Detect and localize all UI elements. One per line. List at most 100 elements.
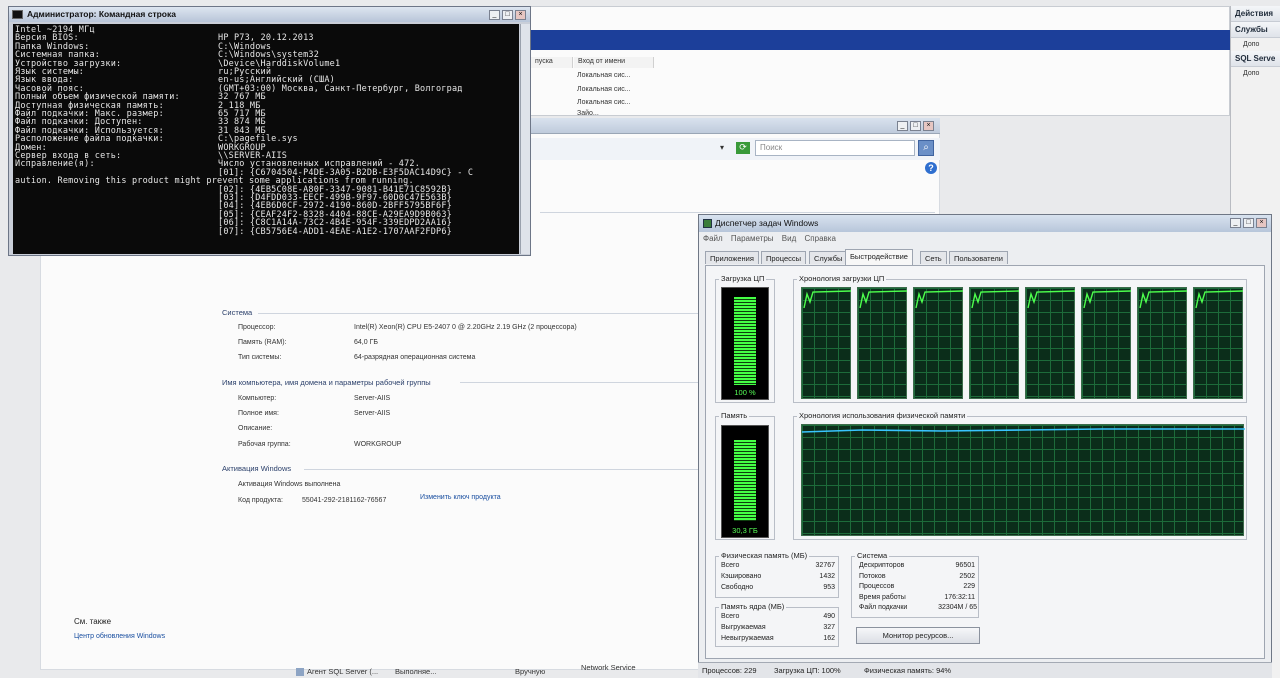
actions-more-services[interactable]: Допо — [1231, 38, 1280, 51]
cmd-output[interactable]: Intel ~2194 МГц Версия BIOS: HP P73, 20.12… — [13, 24, 519, 254]
actions-group-sql[interactable]: SQL Serve — [1231, 51, 1280, 67]
tab-network[interactable]: Сеть — [920, 251, 947, 264]
ram-value: 64,0 ГБ — [354, 339, 378, 346]
cpu-core-graph — [801, 287, 852, 399]
close-button[interactable]: × — [515, 10, 526, 20]
help-icon[interactable]: ? — [925, 162, 937, 174]
ram-label: Память (RAM): — [238, 339, 287, 346]
see-also-heading: См. также — [74, 617, 112, 626]
close-button[interactable]: × — [923, 121, 934, 131]
cpu-usage-line — [915, 290, 964, 309]
status-cpu: Загрузка ЦП: 100% — [774, 666, 841, 675]
phys-total-value: 32767 — [815, 562, 835, 569]
actions-group-services[interactable]: Службы — [1231, 22, 1280, 38]
service-icon — [296, 668, 304, 676]
computer-label: Компьютер: — [238, 395, 277, 402]
phys-free-value: 953 — [823, 584, 835, 591]
physical-memory-label: Физическая память (МБ) — [719, 551, 810, 560]
maximize-button[interactable]: □ — [910, 121, 921, 131]
cpu-usage-line — [1195, 290, 1244, 309]
task-manager-menu: Файл Параметры Вид Справка — [703, 234, 842, 243]
search-icon[interactable]: ⌕ — [918, 140, 934, 156]
service-account: Network Service — [581, 663, 636, 672]
resource-monitor-button[interactable]: Монитор ресурсов... — [856, 627, 980, 644]
service-name[interactable]: Агент SQL Server (... — [307, 667, 378, 676]
tab-applications[interactable]: Приложения — [705, 251, 759, 264]
memory-meter-fill — [734, 440, 756, 521]
cpu-core-graph — [1025, 287, 1076, 399]
service-row-logon[interactable]: Локальная сис... — [577, 99, 631, 106]
workgroup-label: Рабочая группа: — [238, 441, 291, 448]
kernel-paged-label: Выгружаемая — [721, 624, 766, 631]
cmd-line-label: Исправление(я): — [15, 159, 95, 170]
threads-value: 2502 — [959, 573, 975, 580]
cpu-usage-value: 100 % — [734, 388, 756, 397]
cmd-title: Администратор: Командная строка — [9, 7, 530, 22]
uptime-value: 176:32:11 — [944, 594, 975, 601]
services-header-band — [531, 30, 1230, 50]
workgroup-value: WORKGROUP — [354, 441, 402, 448]
phys-cached-label: Кэшировано — [721, 573, 762, 580]
uptime-label: Время работы — [859, 594, 906, 601]
kernel-nonpaged-value: 162 — [823, 635, 835, 642]
cpu-history-label: Хронология загрузки ЦП — [797, 274, 887, 283]
cpu-meter-fill — [734, 297, 756, 385]
service-status: Выполняе... — [395, 667, 437, 676]
section-activation: Активация Windows — [222, 464, 292, 473]
phys-free-label: Свободно — [721, 584, 754, 591]
task-manager-icon — [703, 219, 712, 228]
tab-performance[interactable]: Быстродействие — [845, 249, 913, 265]
chevron-down-icon[interactable]: ▾ — [720, 143, 724, 152]
handles-value: 96501 — [955, 562, 975, 569]
cpu-usage-label: Загрузка ЦП — [719, 274, 767, 283]
task-manager-window: Диспетчер задач Windows _ □ × Файл Парам… — [698, 214, 1272, 678]
actions-title: Действия — [1231, 6, 1280, 22]
maximize-button[interactable]: □ — [502, 10, 513, 20]
cpu-usage-line — [859, 290, 908, 309]
tab-processes[interactable]: Процессы — [761, 251, 807, 264]
minimize-button[interactable]: _ — [489, 10, 500, 20]
maximize-button[interactable]: □ — [1243, 218, 1254, 228]
menu-help[interactable]: Справка — [805, 234, 836, 243]
cpu-core-graph — [1137, 287, 1188, 399]
full-name-label: Полное имя: — [238, 410, 279, 417]
menu-view[interactable]: Вид — [782, 234, 796, 243]
cpu-usage-line — [1083, 290, 1132, 309]
section-divider — [258, 313, 698, 314]
toolbar-divider — [540, 212, 935, 213]
section-divider — [304, 469, 698, 470]
menu-file[interactable]: Файл — [703, 234, 723, 243]
change-key-link[interactable]: Изменить ключ продукта — [420, 494, 501, 501]
kernel-total-value: 490 — [823, 613, 835, 620]
phys-cached-value: 1432 — [819, 573, 835, 580]
cpu-usage-line — [1139, 290, 1188, 309]
actions-more-sql[interactable]: Допо — [1231, 67, 1280, 80]
refresh-icon[interactable]: ⟳ — [736, 142, 750, 154]
cpu-usage-line — [803, 290, 852, 309]
section-divider — [460, 382, 698, 383]
windows-update-link[interactable]: Центр обновления Windows — [74, 633, 165, 640]
handles-label: Дескрипторов — [859, 562, 905, 569]
menu-options[interactable]: Параметры — [731, 234, 774, 243]
product-id-label: Код продукта: — [238, 497, 283, 504]
service-row-logon[interactable]: Локальная сис... — [577, 86, 631, 93]
search-input[interactable]: Поиск — [755, 140, 915, 156]
memory-meter: 30,3 ГБ — [721, 425, 769, 538]
service-row-logon[interactable]: Локальная сис... — [577, 72, 631, 79]
column-startup[interactable]: пуска — [531, 57, 573, 68]
service-row-logon[interactable]: Зайо... — [577, 110, 599, 117]
memory-history-label: Хронология использования физической памя… — [797, 411, 968, 420]
memory-value: 30,3 ГБ — [732, 526, 758, 535]
close-button[interactable]: × — [1256, 218, 1267, 228]
cmd-scrollbar[interactable] — [520, 24, 530, 254]
cpu-meter: 100 % — [721, 287, 769, 400]
minimize-button[interactable]: _ — [1230, 218, 1241, 228]
tab-services[interactable]: Службы — [809, 251, 848, 264]
pagefile-label: Файл подкачки — [859, 604, 908, 611]
status-processes: Процессов: 229 — [702, 666, 757, 675]
tab-users[interactable]: Пользователи — [949, 251, 1008, 264]
minimize-button[interactable]: _ — [897, 121, 908, 131]
column-logon[interactable]: Вход от имени — [574, 57, 654, 68]
system-type-value: 64-разрядная операционная система — [354, 354, 476, 361]
computer-value: Server-AIIS — [354, 395, 391, 402]
